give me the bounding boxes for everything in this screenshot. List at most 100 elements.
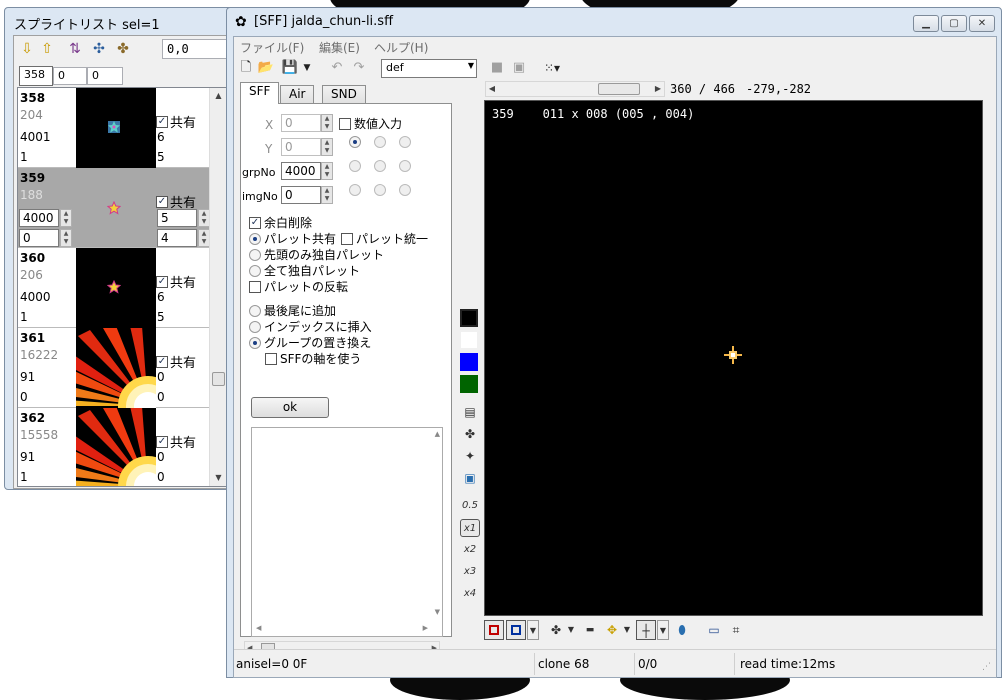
color-swatch-green[interactable]: [460, 375, 478, 393]
frame-scroll-thumb[interactable]: [598, 83, 640, 95]
tab-sff[interactable]: SFF: [240, 82, 280, 104]
character-icon[interactable]: ✤: [546, 620, 566, 640]
axis-y-spin-input[interactable]: 4: [157, 229, 197, 247]
anchor-radio[interactable]: [374, 184, 386, 196]
grid-cross-icon[interactable]: ┼: [636, 620, 656, 640]
log-textarea[interactable]: ▲ ▼ ◀ ▶: [251, 427, 443, 637]
share-checkbox[interactable]: ✓ 共有: [156, 272, 196, 291]
chevron-down-icon[interactable]: ▼: [566, 620, 576, 640]
sprite-row[interactable]: 358 204 4001 1 ✓ 共有 6 5: [18, 88, 211, 168]
image-field[interactable]: 0: [87, 67, 123, 85]
sprite-canvas[interactable]: 359 011 x 008 (005 , 004): [484, 100, 983, 616]
anchor-radio[interactable]: [349, 160, 361, 172]
copy-icon[interactable]: ■: [488, 59, 506, 77]
sprite-tool-icon[interactable]: ✣: [90, 40, 108, 58]
scroll-left-icon[interactable]: ◀: [486, 82, 498, 96]
x-input[interactable]: 0: [281, 114, 321, 132]
zoom-x4[interactable]: x4: [460, 585, 480, 603]
anchor-radio[interactable]: [374, 160, 386, 172]
spin-buttons-icon[interactable]: ▲ ▼: [60, 209, 72, 227]
save-icon[interactable]: 💾: [281, 59, 299, 77]
spin-buttons-icon[interactable]: ▲ ▼: [60, 229, 72, 247]
spin-buttons-icon[interactable]: ▲ ▼: [321, 162, 333, 180]
paste-icon[interactable]: ▣: [510, 59, 528, 77]
spin-buttons-icon[interactable]: ▲ ▼: [321, 114, 333, 132]
image-icon[interactable]: ▣: [460, 469, 480, 487]
share-checkbox[interactable]: ✓ 共有: [156, 352, 196, 371]
index-field[interactable]: 358: [19, 66, 53, 86]
spin-buttons-icon[interactable]: ▲ ▼: [321, 138, 333, 156]
open-folder-icon[interactable]: 📂: [257, 59, 275, 77]
menu-edit[interactable]: 編集(E): [319, 39, 360, 56]
save-dropdown-icon[interactable]: ▼: [298, 59, 316, 77]
share-checkbox[interactable]: ✓ 共有: [156, 112, 196, 131]
anchor-radio[interactable]: [399, 160, 411, 172]
sprite-row[interactable]: 360 206 4000 1 ✓ 共有 6 5: [18, 248, 211, 328]
zoom-half[interactable]: 0.5: [460, 497, 480, 515]
scroll-down-icon[interactable]: ▼: [210, 470, 226, 486]
chevron-down-icon[interactable]: ▼: [527, 620, 539, 640]
anchor-radio[interactable]: [399, 184, 411, 196]
swap-icon[interactable]: ⇅: [66, 40, 84, 58]
sprite-list-scrollbar[interactable]: ▲ ▼: [209, 88, 226, 486]
palette-shared-radio[interactable]: パレット共有: [249, 230, 336, 247]
grp-input[interactable]: 4000: [281, 162, 321, 180]
color-bar-icon[interactable]: ▬: [580, 620, 600, 640]
group-field[interactable]: 0: [53, 67, 87, 85]
replace-group-radio[interactable]: グループの置き換え: [249, 334, 371, 351]
insert-index-radio[interactable]: インデックスに挿入: [249, 318, 372, 335]
scroll-right-icon[interactable]: ▶: [652, 82, 664, 96]
use-axis-checkbox[interactable]: SFFの軸を使う: [265, 350, 361, 367]
chevron-down-icon[interactable]: ▼: [622, 620, 632, 640]
menu-file[interactable]: ファイル(F): [240, 39, 304, 56]
maximize-icon[interactable]: ▢: [941, 15, 967, 32]
scroll-up-icon[interactable]: ▲: [210, 88, 226, 104]
close-icon[interactable]: ✕: [969, 15, 995, 32]
axis-x-spin-input[interactable]: 5: [157, 209, 197, 227]
spin-buttons-icon[interactable]: ▲ ▼: [321, 186, 333, 204]
scroll-left-icon[interactable]: ◀: [256, 624, 261, 632]
color-swatch-blue[interactable]: [460, 353, 478, 371]
anchor-radio[interactable]: [349, 184, 361, 196]
menu-help[interactable]: ヘルプ(H): [374, 39, 428, 56]
resize-grip-icon[interactable]: ⋰: [982, 662, 991, 672]
palette-unify-checkbox[interactable]: パレット統一: [341, 230, 428, 247]
eraser-icon[interactable]: ⬮: [672, 620, 692, 640]
tab-air[interactable]: Air: [280, 85, 315, 104]
share-checkbox[interactable]: ✓ 共有: [156, 432, 196, 451]
color-swatch-black[interactable]: [460, 309, 478, 327]
frame-scrollbar[interactable]: ◀ ▶: [485, 81, 665, 97]
scroll-thumb[interactable]: [212, 372, 225, 386]
zoom-x3[interactable]: x3: [460, 563, 480, 581]
color-swatch-white[interactable]: [460, 331, 478, 349]
redo-icon[interactable]: ↷: [350, 59, 368, 77]
anchor-radio[interactable]: [349, 136, 361, 148]
crosshair-icon[interactable]: ✥: [602, 620, 622, 640]
scroll-right-icon[interactable]: ▶: [423, 624, 428, 632]
zoom-x2[interactable]: x2: [460, 541, 480, 559]
y-input[interactable]: 0: [281, 138, 321, 156]
numeric-input-checkbox[interactable]: 数値入力: [339, 115, 402, 132]
img-input[interactable]: 0: [281, 186, 321, 204]
layers-icon[interactable]: ▤: [460, 403, 480, 421]
anchor-radio[interactable]: [374, 136, 386, 148]
append-last-radio[interactable]: 最後尾に追加: [249, 302, 336, 319]
frame-blue-icon[interactable]: [506, 620, 526, 640]
scroll-down-icon[interactable]: ▼: [435, 608, 440, 616]
coord-field[interactable]: 0,0: [162, 39, 227, 59]
monitor-icon[interactable]: ▭: [704, 620, 724, 640]
sprite-row-selected[interactable]: 359 188 4000 ▲ ▼ 0 ▲ ▼ ✓ 共有 5 ▲ ▼ 4 ▲ ▼: [18, 168, 211, 248]
palette-combo[interactable]: def ▼: [381, 59, 477, 78]
move-down-icon[interactable]: ⇩: [18, 40, 36, 58]
frame-red-icon[interactable]: [484, 620, 504, 640]
sprite-row[interactable]: 362 15558 91 1 ✓ 共有 0 0: [18, 408, 211, 486]
tab-snd[interactable]: SND: [322, 85, 366, 104]
zoom-x1[interactable]: x1: [460, 519, 480, 537]
anchor-radio[interactable]: [399, 136, 411, 148]
image-spin-input[interactable]: 0: [19, 229, 59, 247]
scroll-up-icon[interactable]: ▲: [435, 430, 440, 438]
all-own-radio[interactable]: 全て独自パレット: [249, 262, 360, 279]
character-icon[interactable]: ✤: [114, 40, 132, 58]
grid-menu-icon[interactable]: ⁙▾: [538, 59, 566, 77]
trim-checkbox[interactable]: ✓ 余白削除: [249, 214, 312, 231]
